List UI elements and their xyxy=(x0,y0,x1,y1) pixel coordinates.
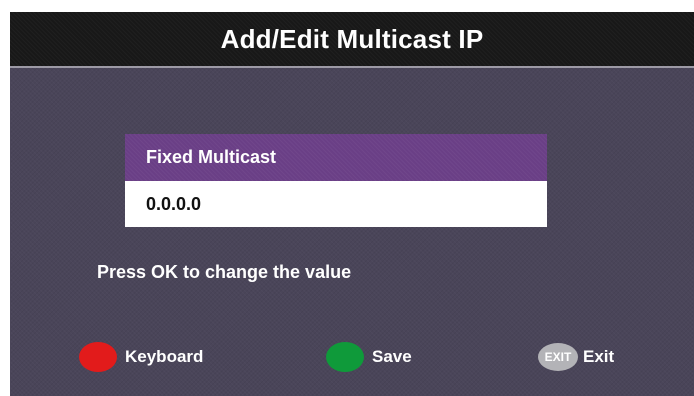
exit-label: Exit xyxy=(583,347,615,366)
fixed-multicast-header: Fixed Multicast xyxy=(125,134,547,181)
exit-button[interactable]: EXIT Exit xyxy=(538,339,614,375)
page-title: Add/Edit Multicast IP xyxy=(220,23,484,54)
hint-text: Press OK to change the value xyxy=(97,262,352,282)
title-bar: Add/Edit Multicast IP xyxy=(10,12,694,68)
red-button-icon xyxy=(79,342,117,372)
multicast-ip-screen: Add/Edit Multicast IP Fixed Multicast 0.… xyxy=(10,12,694,396)
green-button-icon xyxy=(326,342,364,372)
multicast-ip-field[interactable]: 0.0.0.0 xyxy=(125,181,547,227)
multicast-ip-value: 0.0.0.0 xyxy=(146,193,202,214)
keyboard-label: Keyboard xyxy=(125,347,204,366)
fixed-multicast-label: Fixed Multicast xyxy=(146,147,277,167)
keyboard-button[interactable]: Keyboard xyxy=(79,339,203,375)
save-button[interactable]: Save xyxy=(326,339,412,375)
exit-button-icon: EXIT xyxy=(538,343,578,371)
save-label: Save xyxy=(372,347,412,366)
